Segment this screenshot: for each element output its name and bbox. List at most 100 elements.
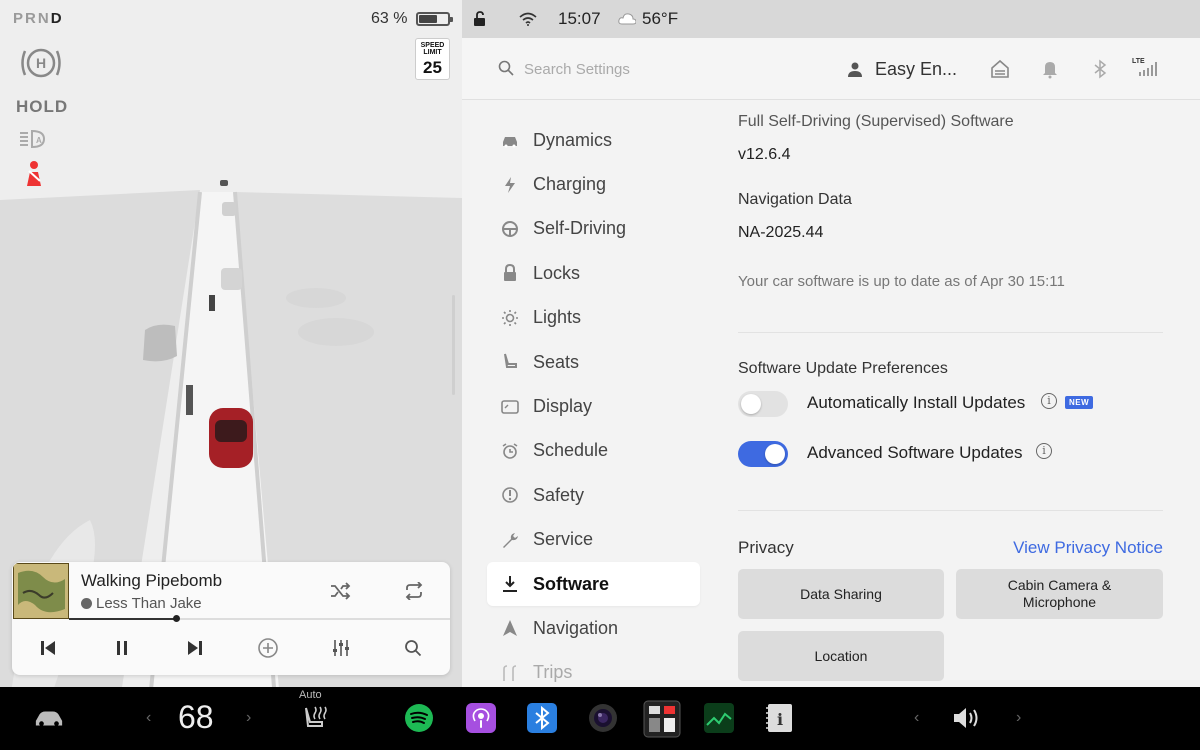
menu-label-locks: Locks — [533, 262, 581, 283]
menu-label-trips: Trips — [533, 662, 573, 683]
data-sharing-button[interactable]: Data Sharing — [738, 569, 944, 619]
volume-icon[interactable] — [952, 703, 982, 733]
podcasts-icon[interactable] — [466, 703, 496, 733]
battery-percent: 63 % — [371, 10, 408, 27]
manual-icon[interactable]: i — [765, 703, 795, 733]
next-icon[interactable] — [180, 633, 210, 663]
software-status-text: Your car software is up to date as of Ap… — [738, 273, 1065, 290]
search-settings-input[interactable] — [524, 58, 754, 80]
arcade-icon[interactable] — [643, 700, 681, 738]
lock-icon — [504, 264, 516, 282]
search-icon — [498, 60, 514, 76]
menu-label-navigation: Navigation — [533, 617, 619, 638]
menu-label-seats: Seats — [533, 351, 580, 372]
volume-down-chevron-icon[interactable]: ‹ — [914, 709, 919, 727]
menu-item-lights[interactable]: Lights — [487, 296, 700, 340]
sun-icon — [502, 309, 518, 326]
menu-label-dynamics: Dynamics — [533, 129, 613, 150]
unlocked-icon[interactable] — [473, 11, 487, 27]
temp-up-chevron-icon[interactable]: › — [246, 709, 251, 727]
info-icon[interactable]: i — [1036, 443, 1052, 459]
svg-text:i: i — [777, 710, 783, 729]
equalizer-icon[interactable] — [326, 633, 356, 663]
clock-time: 15:07 — [558, 9, 601, 28]
scroll-indicator[interactable] — [452, 295, 455, 395]
speed-limit-value: 25 — [423, 58, 442, 77]
shuffle-icon[interactable] — [325, 576, 355, 606]
seatbelt-warning-icon — [27, 161, 41, 186]
menu-item-dynamics[interactable]: Dynamics — [487, 118, 700, 162]
music-player[interactable]: Walking Pipebomb Less Than Jake — [12, 562, 450, 675]
battery-icon — [416, 12, 453, 26]
menu-item-display[interactable]: Display — [487, 384, 700, 428]
dashcam-icon[interactable] — [588, 703, 618, 733]
spotify-source-icon — [81, 598, 92, 609]
menu-item-safety[interactable]: Safety — [487, 473, 700, 517]
volume-up-chevron-icon[interactable]: › — [1016, 709, 1021, 727]
spotify-icon[interactable] — [404, 703, 434, 733]
gear-d: D — [50, 10, 64, 27]
person-icon — [848, 62, 862, 77]
cabin-temperature[interactable]: 68 — [178, 699, 214, 736]
menu-label-safety: Safety — [533, 484, 585, 505]
bluetooth-icon[interactable] — [527, 703, 557, 733]
fsd-software-label: Full Self-Driving (Supervised) Software — [738, 113, 1014, 130]
menu-item-locks[interactable]: Locks — [487, 251, 700, 295]
temp-down-chevron-icon[interactable]: ‹ — [146, 709, 151, 727]
menu-item-navigation[interactable]: Navigation — [487, 606, 700, 650]
previous-icon[interactable] — [33, 633, 63, 663]
menu-item-schedule[interactable]: Schedule — [487, 429, 700, 473]
menu-item-seats[interactable]: Seats — [487, 340, 700, 384]
progress-knob[interactable] — [172, 615, 180, 622]
navigation-arrow-icon — [503, 620, 517, 637]
bluetooth-icon[interactable] — [1090, 59, 1110, 79]
album-art[interactable] — [13, 563, 69, 619]
car-ahead-1 — [220, 180, 228, 186]
auto-headlight-icon: A — [20, 129, 46, 149]
auto-install-updates-label: Automatically Install Updates — [807, 393, 1026, 412]
wrench-icon — [503, 532, 518, 548]
car-icon[interactable] — [34, 703, 64, 733]
playback-progress[interactable] — [69, 615, 450, 622]
stocks-icon[interactable] — [704, 703, 734, 733]
view-privacy-notice-link[interactable]: View Privacy Notice — [1013, 538, 1163, 558]
hold-label: HOLD — [16, 97, 69, 116]
wifi-icon[interactable] — [519, 12, 537, 26]
repeat-icon[interactable] — [399, 576, 429, 606]
seat-heater-icon[interactable] — [300, 703, 330, 733]
trips-icon — [503, 665, 517, 681]
driver-profile-button[interactable]: Easy En... — [847, 57, 957, 81]
settings-menu: Dynamics Charging Self-Driving Locks Lig… — [487, 118, 700, 687]
settings-header: Easy En... LTE — [462, 38, 1200, 100]
menu-item-service[interactable]: Service — [487, 518, 700, 562]
pause-icon[interactable] — [107, 633, 137, 663]
hold-icon: H — [21, 48, 61, 78]
warning-circle-icon — [502, 487, 518, 504]
menu-item-charging[interactable]: Charging — [487, 162, 700, 206]
search-icon[interactable] — [398, 633, 428, 663]
menu-label-service: Service — [533, 529, 594, 550]
car-right-2 — [298, 318, 374, 346]
cloud-icon — [618, 13, 636, 25]
add-icon[interactable] — [253, 633, 283, 663]
auto-install-updates-toggle[interactable] — [738, 391, 788, 417]
cabin-camera-microphone-button[interactable]: Cabin Camera & Microphone — [956, 569, 1163, 619]
advanced-software-updates-toggle[interactable] — [738, 441, 788, 467]
divider — [738, 332, 1163, 333]
driving-visualization-panel: PRND 63 % H HOLD A SPEED LIMIT 25 Walkin… — [0, 0, 462, 687]
home-icon[interactable] — [990, 59, 1010, 79]
location-button[interactable]: Location — [738, 631, 944, 681]
menu-label-self-driving: Self-Driving — [533, 218, 627, 239]
gear-indicator: PRND — [13, 10, 64, 27]
menu-item-software[interactable]: Software — [487, 561, 700, 607]
outside-temperature: 56°F — [642, 9, 679, 28]
menu-item-self-driving[interactable]: Self-Driving — [487, 207, 700, 251]
lte-signal-icon: LTE — [1132, 58, 1162, 78]
car-ahead-2 — [222, 202, 236, 216]
menu-label-display: Display — [533, 396, 593, 417]
info-icon[interactable]: i — [1041, 393, 1057, 409]
bottom-dock: ‹ 68 › Auto i ‹ › — [0, 687, 1200, 750]
menu-item-trips[interactable]: Trips — [487, 651, 700, 687]
bell-icon[interactable] — [1040, 59, 1060, 79]
download-icon — [503, 576, 517, 593]
